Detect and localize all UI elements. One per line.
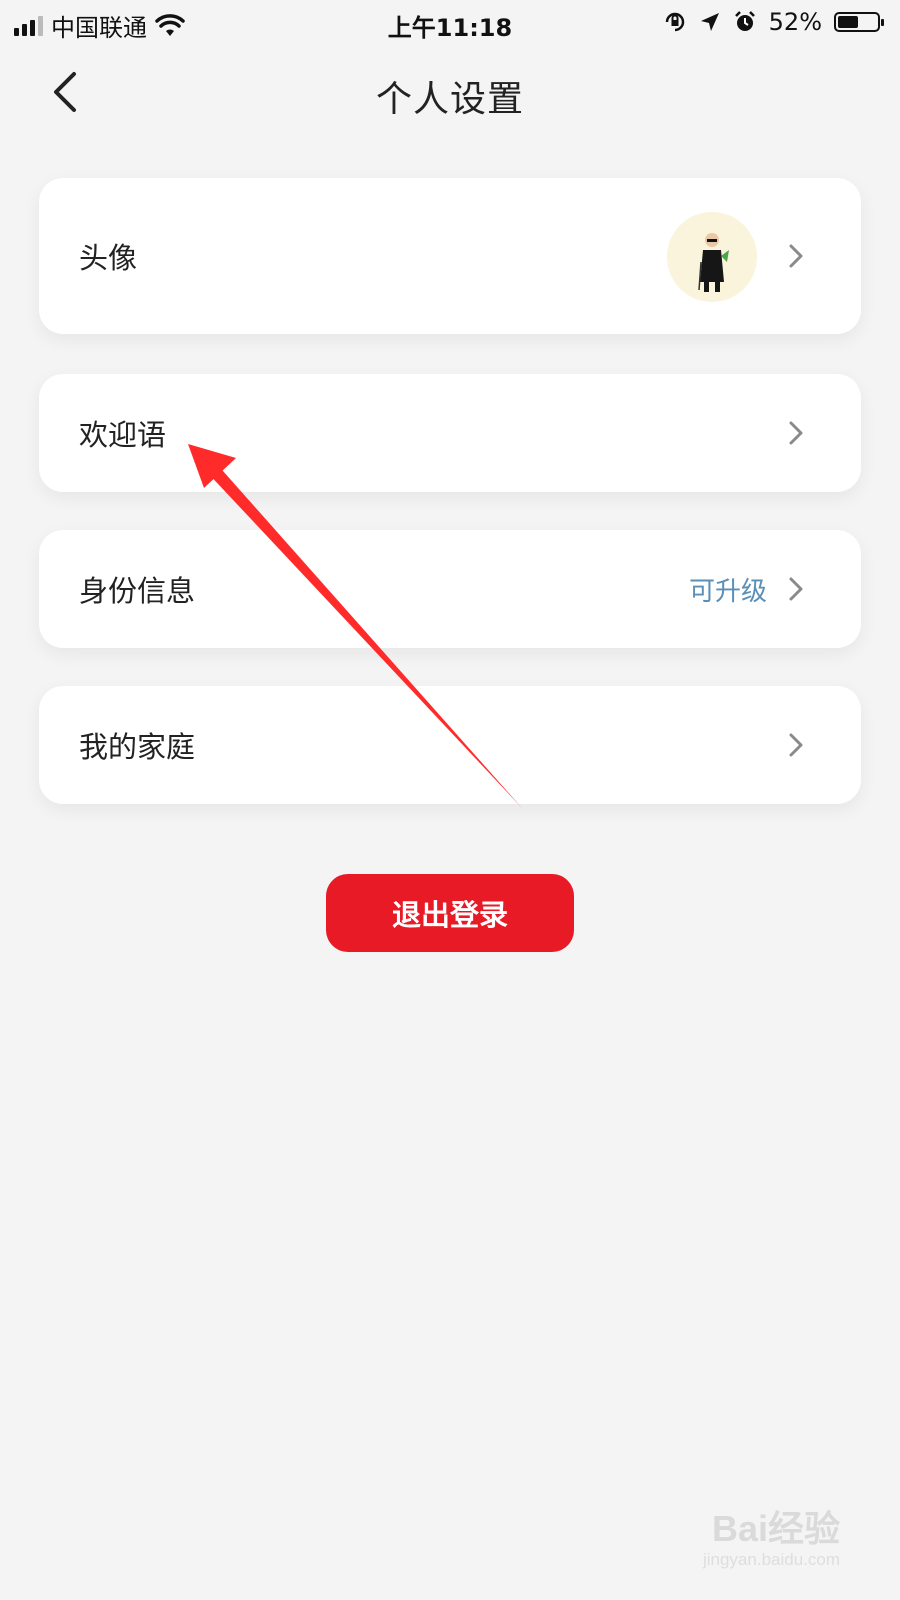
row-label-welcome: 欢迎语 [79,418,167,452]
alarm-icon [734,11,755,31]
settings-row-welcome[interactable]: 欢迎语 [39,374,861,492]
chevron-right-icon [789,244,803,268]
chevron-right-icon [789,421,803,445]
status-right: 52% [663,8,884,36]
settings-row-avatar[interactable]: 头像 [39,178,861,334]
logout-button[interactable]: 退出登录 [326,874,574,952]
row-label-family: 我的家庭 [79,730,196,764]
nav-bar: 个人设置 [0,52,900,132]
battery-level [838,16,858,28]
status-bar: 中国联通 上午11:18 52% [0,0,900,46]
avatar[interactable] [667,212,757,302]
rotation-lock-icon [665,12,684,32]
watermark-url: jingyan.baidu.com [702,1550,840,1569]
page-title: 个人设置 [375,79,524,120]
location-icon [700,13,719,31]
avatar-image [667,212,757,302]
upgrade-status: 可升级 [688,576,767,607]
battery-percent: 52% [768,8,822,36]
chevron-right-icon [789,577,803,601]
row-label-avatar: 头像 [79,241,138,275]
row-label-identity: 身份信息 [79,574,196,608]
baidu-watermark: Bai经验 jingyan.baidu.com [640,1500,840,1580]
watermark-brand: Bai经验 [711,1508,840,1549]
settings-row-family[interactable]: 我的家庭 [39,686,861,804]
battery-icon [834,12,884,32]
settings-row-identity[interactable]: 身份信息 可升级 [39,530,861,648]
chevron-right-icon [789,733,803,757]
